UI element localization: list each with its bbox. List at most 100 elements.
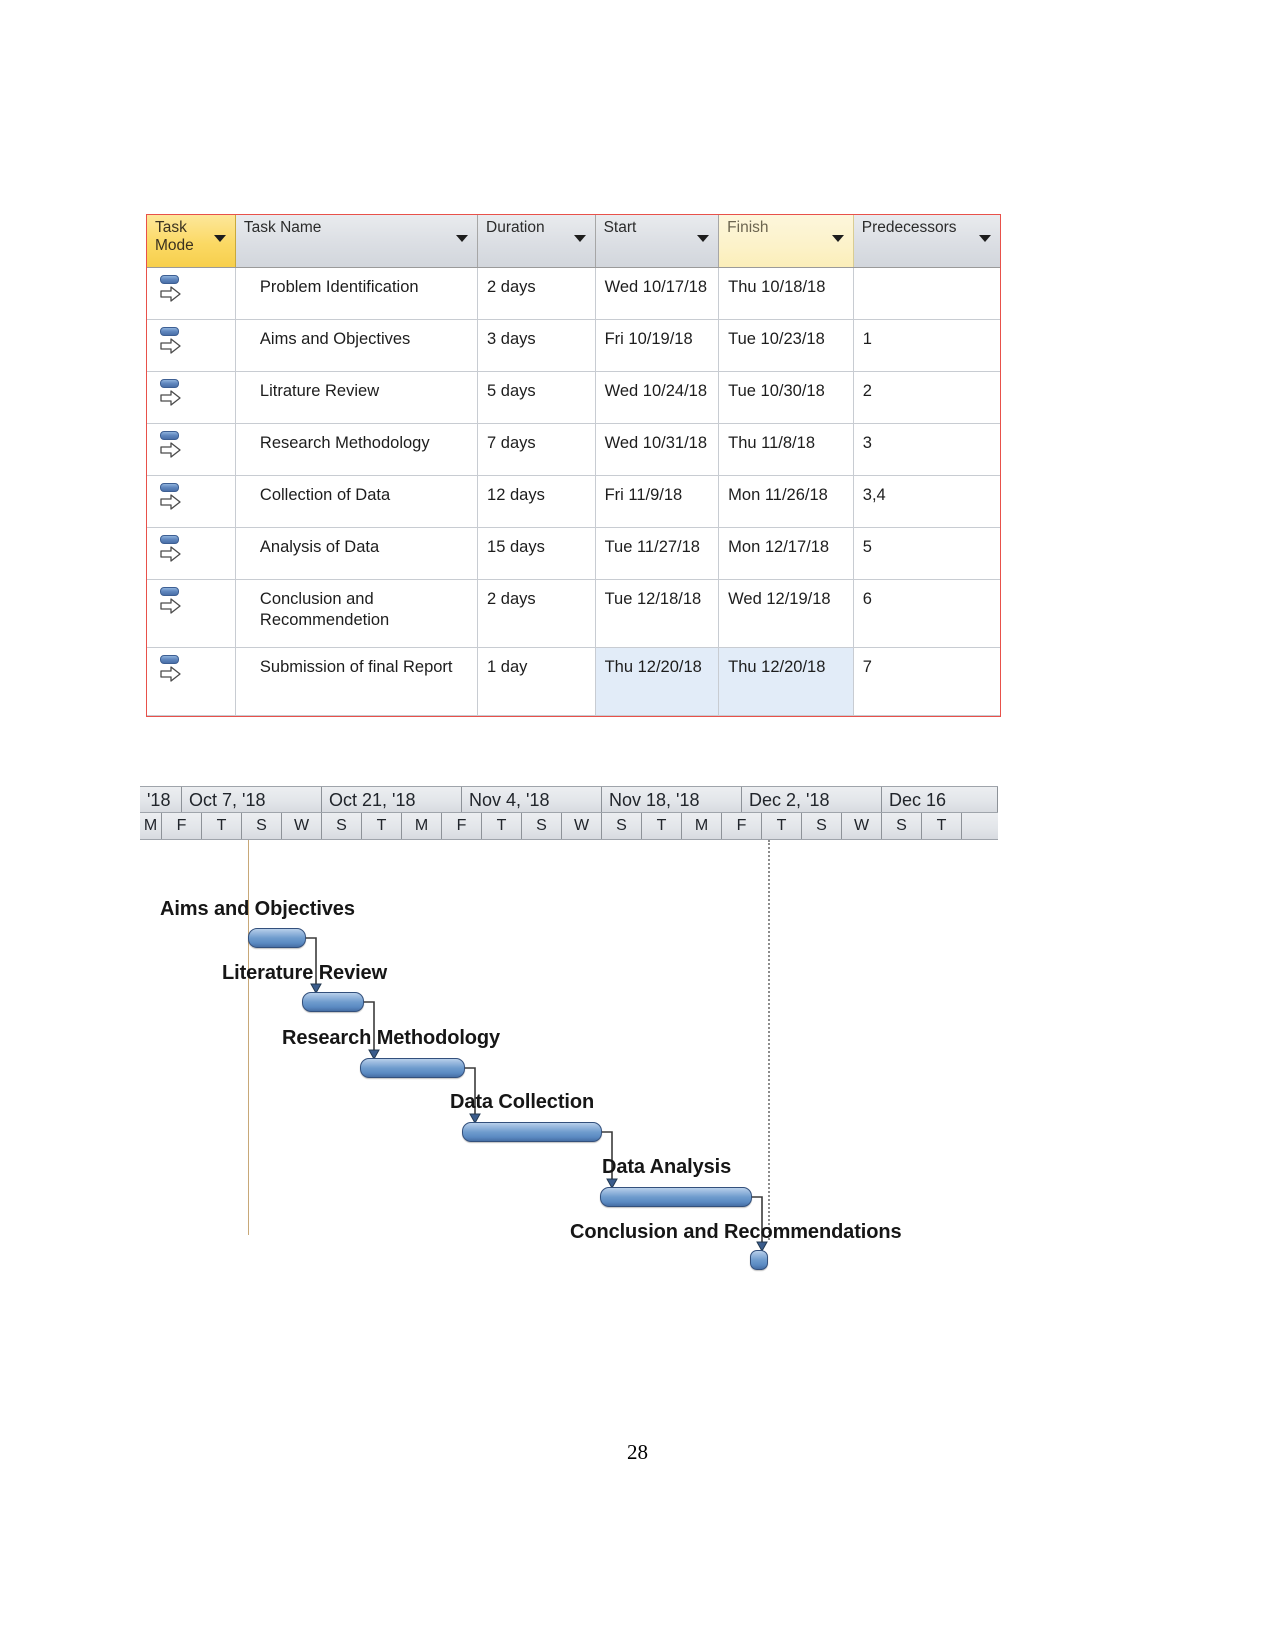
- cell-finish[interactable]: Mon 11/26/18: [718, 475, 854, 528]
- cell-task-name[interactable]: Analysis of Data: [235, 527, 479, 580]
- cell-task-mode[interactable]: [147, 647, 236, 716]
- cell-task-mode[interactable]: [147, 267, 236, 320]
- manually-scheduled-icon[interactable]: [159, 378, 185, 410]
- cell-start[interactable]: Tue 12/18/18: [595, 579, 720, 648]
- cell-finish[interactable]: Tue 10/30/18: [718, 371, 854, 424]
- cell-task-mode[interactable]: [147, 423, 236, 476]
- table-row[interactable]: Research Methodology 7 days Wed 10/31/18 Th…: [147, 423, 1000, 476]
- column-header-finish[interactable]: Finish: [718, 215, 854, 268]
- column-header-start[interactable]: Start: [595, 215, 720, 268]
- task-mode-pin-shape: [160, 378, 179, 388]
- cell-task-mode[interactable]: [147, 319, 236, 372]
- cell-task-name[interactable]: Collection of Data: [235, 475, 479, 528]
- manually-scheduled-icon[interactable]: [159, 274, 185, 306]
- filter-chevron-down-icon[interactable]: [213, 235, 226, 242]
- filter-chevron-down-icon[interactable]: [831, 235, 844, 242]
- task-mode-pin-shape: [160, 534, 179, 544]
- cell-duration[interactable]: 1 day: [477, 647, 596, 716]
- cell-start[interactable]: Fri 11/9/18: [595, 475, 720, 528]
- gantt-plot-area[interactable]: Aims and Objectives Literature Review Rese…: [140, 840, 998, 1270]
- cell-task-name[interactable]: Conclusion and Recommendetion: [235, 579, 479, 648]
- duration-text: 15 days: [487, 537, 545, 556]
- cell-duration[interactable]: 5 days: [477, 371, 596, 424]
- cell-task-name[interactable]: Problem Identification: [235, 267, 479, 320]
- cell-predecessors[interactable]: 5: [853, 527, 1000, 580]
- cell-finish[interactable]: Thu 10/18/18: [718, 267, 854, 320]
- cell-finish[interactable]: Tue 10/23/18: [718, 319, 854, 372]
- cell-task-name[interactable]: Litrature Review: [235, 371, 479, 424]
- gantt-bar[interactable]: [248, 928, 306, 948]
- column-header-task-name[interactable]: Task Name: [235, 215, 479, 268]
- task-mode-pin-shape: [160, 326, 179, 336]
- timeline-day-cell: F: [722, 813, 762, 839]
- cell-predecessors[interactable]: 1: [853, 319, 1000, 372]
- table-row[interactable]: Analysis of Data 15 days Tue 11/27/18 Mon 1…: [147, 527, 1000, 580]
- timeline-day-cell: T: [482, 813, 522, 839]
- cell-task-mode[interactable]: [147, 475, 236, 528]
- cell-start[interactable]: Wed 10/17/18: [595, 267, 720, 320]
- filter-chevron-down-icon[interactable]: [979, 235, 991, 242]
- cell-predecessors[interactable]: 7: [853, 647, 1000, 716]
- filter-chevron-down-icon[interactable]: [697, 235, 710, 242]
- cell-duration[interactable]: 15 days: [477, 527, 596, 580]
- cell-predecessors[interactable]: 2: [853, 371, 1000, 424]
- cell-predecessors[interactable]: 3: [853, 423, 1000, 476]
- task-name-text: Litrature Review: [259, 381, 380, 400]
- table-row[interactable]: Aims and Objectives 3 days Fri 10/19/18 Tue…: [147, 319, 1000, 372]
- cell-duration[interactable]: 12 days: [477, 475, 596, 528]
- task-name-text: Conclusion and Recommendetion: [259, 589, 390, 630]
- cell-start[interactable]: Fri 10/19/18: [595, 319, 720, 372]
- timeline-week-cell: '18: [140, 787, 182, 812]
- column-header-task-mode[interactable]: Task Mode: [147, 215, 236, 268]
- cell-task-name[interactable]: Submission of final Report: [235, 647, 479, 716]
- manually-scheduled-icon[interactable]: [159, 654, 185, 686]
- cell-task-mode[interactable]: [147, 371, 236, 424]
- manually-scheduled-icon[interactable]: [159, 326, 185, 358]
- gantt-bar[interactable]: [360, 1058, 465, 1078]
- table-row[interactable]: Submission of final Report 1 day Thu 12/20…: [147, 647, 1000, 716]
- gantt-bar[interactable]: [462, 1122, 602, 1142]
- cell-finish[interactable]: Thu 12/20/18: [718, 647, 854, 716]
- task-table: Task Mode Task Name Duration Start Finis…: [147, 215, 1000, 716]
- cell-finish[interactable]: Mon 12/17/18: [718, 527, 854, 580]
- timeline-day-header[interactable]: MFTSWSTMFTSWSTMFTSWST: [140, 813, 998, 840]
- table-row[interactable]: Collection of Data 12 days Fri 11/9/18 Mon …: [147, 475, 1000, 528]
- table-row[interactable]: Problem Identification 2 days Wed 10/17/18…: [147, 267, 1000, 320]
- filter-chevron-down-icon[interactable]: [456, 235, 469, 242]
- cell-start[interactable]: Thu 12/20/18: [595, 647, 720, 716]
- timeline-day-label: M: [143, 817, 158, 834]
- cell-finish[interactable]: Wed 12/19/18: [718, 579, 854, 648]
- cell-start[interactable]: Wed 10/31/18: [595, 423, 720, 476]
- cell-duration[interactable]: 3 days: [477, 319, 596, 372]
- cell-task-mode[interactable]: [147, 579, 236, 648]
- cell-task-name[interactable]: Research Methodology: [235, 423, 479, 476]
- manually-scheduled-icon[interactable]: [159, 482, 185, 514]
- timeline-week-header[interactable]: '18 Oct 7, '18 Oct 21, '18 Nov 4, '18 Nov 18…: [140, 786, 998, 813]
- cell-duration[interactable]: 2 days: [477, 579, 596, 648]
- cell-predecessors[interactable]: 3,4: [853, 475, 1000, 528]
- cell-task-name[interactable]: Aims and Objectives: [235, 319, 479, 372]
- start-date-text: Wed 10/17/18: [604, 277, 708, 296]
- table-row[interactable]: Conclusion and Recommendetion 2 days Tue 1…: [147, 579, 1000, 648]
- gantt-bar[interactable]: [302, 992, 364, 1012]
- cell-predecessors[interactable]: 6: [853, 579, 1000, 648]
- table-row[interactable]: Litrature Review 5 days Wed 10/24/18 Tue 10…: [147, 371, 1000, 424]
- column-header-predecessors[interactable]: Predecessors: [853, 215, 1000, 268]
- cell-start[interactable]: Tue 11/27/18: [595, 527, 720, 580]
- cell-duration[interactable]: 2 days: [477, 267, 596, 320]
- finish-date-text: Mon 12/17/18: [728, 537, 830, 556]
- manually-scheduled-icon[interactable]: [159, 430, 185, 462]
- cell-finish[interactable]: Thu 11/8/18: [718, 423, 854, 476]
- filter-chevron-down-icon[interactable]: [573, 235, 586, 242]
- timeline-day-label: S: [616, 817, 627, 834]
- cell-predecessors[interactable]: [853, 267, 1000, 320]
- gantt-bar[interactable]: [750, 1250, 768, 1270]
- cell-duration[interactable]: 7 days: [477, 423, 596, 476]
- gantt-bar[interactable]: [600, 1187, 752, 1207]
- manually-scheduled-icon[interactable]: [159, 534, 185, 566]
- cell-task-mode[interactable]: [147, 527, 236, 580]
- column-header-duration[interactable]: Duration: [477, 215, 596, 268]
- cell-start[interactable]: Wed 10/24/18: [595, 371, 720, 424]
- manually-scheduled-icon[interactable]: [159, 586, 185, 618]
- timeline-day-cell: S: [322, 813, 362, 839]
